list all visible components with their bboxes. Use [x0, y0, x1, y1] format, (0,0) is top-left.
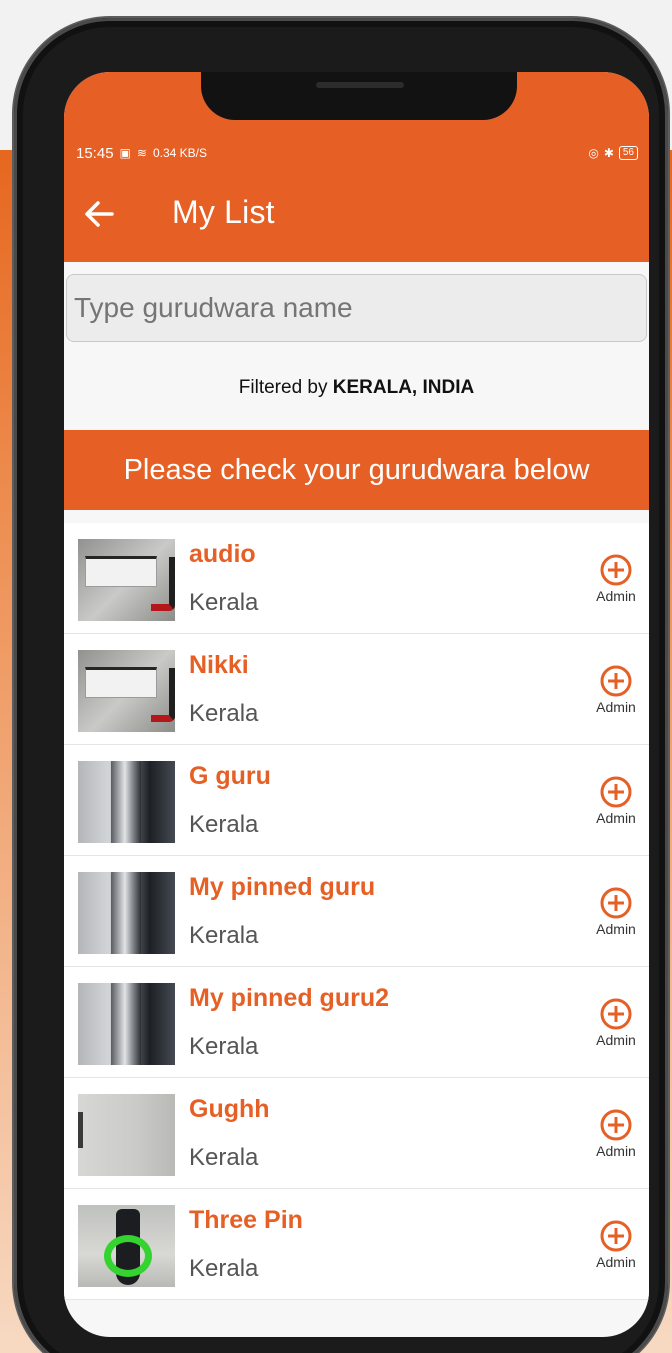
plus-circle-icon	[600, 665, 632, 697]
admin-label: Admin	[596, 921, 636, 937]
search-field[interactable]	[66, 274, 647, 342]
gurudwara-name: My pinned guru	[189, 873, 376, 901]
alarm-icon: ◎	[588, 146, 599, 160]
admin-label: Admin	[596, 810, 636, 826]
photo-detail	[104, 1235, 152, 1277]
plus-circle-icon	[600, 887, 632, 919]
gurudwara-thumbnail	[78, 761, 175, 843]
gurudwara-name: audio	[189, 540, 256, 568]
admin-label: Admin	[596, 1143, 636, 1159]
gurudwara-thumbnail	[78, 1094, 175, 1176]
gurudwara-name: Nikki	[189, 651, 249, 679]
gurudwara-name: My pinned guru2	[189, 984, 389, 1012]
admin-label: Admin	[596, 1254, 636, 1270]
phone-notch	[201, 72, 517, 120]
wifi-icon: ≋	[136, 146, 147, 160]
gurudwara-state: Kerala	[189, 589, 259, 616]
back-button[interactable]	[82, 197, 116, 231]
filter-prefix: Filtered by	[238, 377, 328, 398]
gurudwara-state: Kerala	[189, 811, 259, 838]
network-speed-value: 0.34 KB/S	[152, 146, 207, 160]
page-title: My List	[172, 194, 275, 230]
filter-summary: Filtered by KERALA, INDIA	[64, 377, 649, 399]
photo-detail	[111, 872, 141, 954]
admin-button[interactable]: Admin	[586, 886, 646, 948]
gurudwara-thumbnail	[78, 650, 175, 732]
banner-text: Please check your gurudwara below	[123, 453, 590, 486]
gurudwara-list: audio Kerala Admin Nikki Kerala Admin G …	[64, 523, 649, 1300]
admin-button[interactable]: Admin	[586, 664, 646, 726]
status-right-group: ◎ ✱ 56	[588, 146, 638, 160]
admin-label: Admin	[596, 588, 636, 604]
plus-circle-icon	[600, 998, 632, 1030]
admin-button[interactable]: Admin	[586, 1108, 646, 1170]
admin-button[interactable]: Admin	[586, 553, 646, 615]
status-bar: 15:45 ▣ ≋ 0.34 KB/S ◎ ✱ 56	[76, 142, 638, 164]
admin-label: Admin	[596, 699, 636, 715]
admin-button[interactable]: Admin	[586, 1219, 646, 1281]
app-screen: 15:45 ▣ ≋ 0.34 KB/S ◎ ✱ 56 My List Fi	[64, 72, 649, 1337]
gurudwara-state: Kerala	[189, 922, 259, 949]
battery-level: 56	[622, 147, 634, 158]
status-left-group: 15:45 ▣ ≋ 0.34 KB/S	[76, 145, 207, 162]
arrow-left-icon	[85, 201, 114, 227]
plus-circle-icon	[600, 776, 632, 808]
list-item[interactable]: audio Kerala Admin	[64, 523, 649, 634]
instruction-banner: Please check your gurudwara below	[64, 430, 649, 510]
gurudwara-name: Three Pin	[189, 1206, 303, 1234]
photo-detail	[78, 1112, 83, 1148]
photo-detail	[111, 761, 141, 843]
plus-circle-icon	[600, 1109, 632, 1141]
list-item[interactable]: My pinned guru2 Kerala Admin	[64, 967, 649, 1078]
admin-label: Admin	[596, 1032, 636, 1048]
gurudwara-state: Kerala	[189, 1255, 259, 1282]
earpiece-speaker	[316, 82, 404, 88]
phone-frame: 15:45 ▣ ≋ 0.34 KB/S ◎ ✱ 56 My List Fi	[14, 18, 668, 1353]
filter-location: KERALA, INDIA	[332, 377, 475, 398]
gurudwara-name: Gughh	[189, 1095, 270, 1123]
notification-icon: ▣	[119, 146, 131, 160]
list-item[interactable]: Three Pin Kerala Admin	[64, 1189, 649, 1300]
photo-detail	[85, 556, 157, 587]
admin-button[interactable]: Admin	[586, 775, 646, 837]
bluetooth-icon: ✱	[603, 146, 614, 160]
list-item[interactable]: G guru Kerala Admin	[64, 745, 649, 856]
photo-detail	[85, 667, 157, 698]
gurudwara-name: G guru	[189, 762, 271, 790]
photo-detail	[111, 983, 141, 1065]
gurudwara-thumbnail	[78, 539, 175, 621]
gurudwara-thumbnail	[78, 872, 175, 954]
photo-detail	[151, 557, 175, 611]
gurudwara-state: Kerala	[189, 1033, 259, 1060]
gurudwara-state: Kerala	[189, 700, 259, 727]
status-time: 15:45	[76, 144, 114, 162]
admin-button[interactable]: Admin	[586, 997, 646, 1059]
gurudwara-thumbnail	[78, 983, 175, 1065]
photo-detail	[151, 668, 175, 722]
search-input[interactable]	[67, 275, 646, 341]
plus-circle-icon	[600, 554, 632, 586]
gurudwara-state: Kerala	[189, 1144, 259, 1171]
list-item[interactable]: My pinned guru Kerala Admin	[64, 856, 649, 967]
list-item[interactable]: Nikki Kerala Admin	[64, 634, 649, 745]
plus-circle-icon	[600, 1220, 632, 1252]
battery-icon: 56	[618, 146, 638, 160]
list-item[interactable]: Gughh Kerala Admin	[64, 1078, 649, 1189]
gurudwara-thumbnail	[78, 1205, 175, 1287]
